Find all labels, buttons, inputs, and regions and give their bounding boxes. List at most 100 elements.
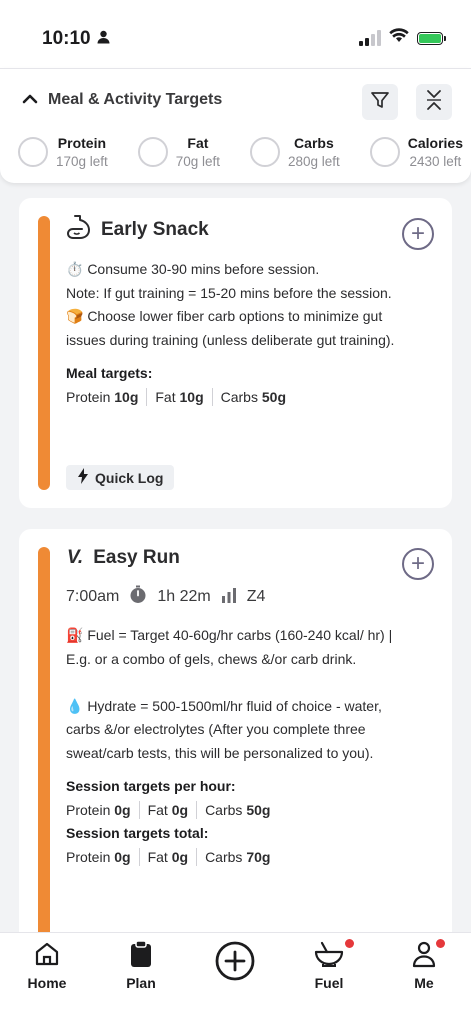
accent-bar <box>38 547 50 949</box>
tab-plan[interactable]: Plan <box>106 939 176 991</box>
card-title: V. Easy Run <box>67 547 180 569</box>
add-button[interactable]: + <box>402 548 434 580</box>
guidance-line: ⏱️ Consume 30-90 mins before session. <box>66 261 320 277</box>
macro-remaining: 70g left <box>175 154 221 169</box>
per-hour-label: Session targets per hour: <box>66 778 236 794</box>
cellular-signal-icon <box>359 30 381 46</box>
easy-run-card[interactable]: V. Easy Run + 7:00am 1h 22m Z4 ⛽ Fuel = … <box>19 529 452 949</box>
carbs-value: 50g <box>261 388 286 405</box>
carbs-label: Carbs <box>220 388 258 405</box>
session-meta: 7:00am 1h 22m Z4 <box>66 585 265 609</box>
profile-icon <box>412 940 436 973</box>
fat-label: Fat <box>147 801 168 818</box>
macro-remaining: 280g left <box>288 154 340 169</box>
macro-carbs: Carbs 280g left <box>250 135 340 169</box>
targets-panel: Meal & Activity Targets Protein 170g left… <box>0 68 471 183</box>
protein-label: Protein <box>66 801 111 818</box>
macro-protein: Protein 170g left <box>18 135 108 169</box>
carbs-label: Carbs <box>205 801 243 818</box>
macro-name: Calories <box>407 135 463 151</box>
protein-value: 10g <box>114 388 139 405</box>
plus-icon: + <box>410 220 425 247</box>
session-duration: 1h 22m <box>157 588 211 605</box>
snack-icon <box>67 214 91 246</box>
fat-label: Fat <box>147 848 168 865</box>
session-zone: Z4 <box>246 588 266 605</box>
fuel-guidance: ⛽ Fuel = Target 40-60g/hr carbs (160-240… <box>66 627 393 667</box>
carbs-label: Carbs <box>205 848 243 865</box>
macro-calories: Calories 2430 left <box>369 135 463 169</box>
stopwatch-icon <box>129 585 147 609</box>
guidance-line: Note: If gut training = 15-20 mins befor… <box>66 284 392 301</box>
lightning-icon <box>77 468 89 487</box>
bowl-icon <box>314 940 344 973</box>
tab-label: Home <box>27 975 67 991</box>
wifi-icon <box>389 28 409 48</box>
card-title-label: Early Snack <box>101 219 209 240</box>
collapse-all-button[interactable] <box>416 84 452 120</box>
macro-name: Carbs <box>294 135 334 151</box>
accent-bar <box>38 216 50 490</box>
tab-fuel[interactable]: Fuel <box>294 939 364 991</box>
notification-dot <box>345 939 354 948</box>
protein-label: Protein <box>66 848 111 865</box>
quick-log-button[interactable]: Quick Log <box>66 465 175 490</box>
snack-guidance: ⏱️ Consume 30-90 mins before session. No… <box>66 258 411 409</box>
macro-name: Protein <box>57 135 107 151</box>
plus-circle-icon <box>215 941 255 986</box>
clipboard-icon <box>130 939 152 973</box>
progress-ring <box>137 137 168 167</box>
macro-remaining: 2430 left <box>409 154 462 169</box>
tab-label: Me <box>414 975 434 991</box>
home-icon <box>34 941 60 972</box>
carbs-value: 70g <box>246 848 271 865</box>
card-title: Early Snack <box>67 214 209 246</box>
plus-icon: + <box>410 550 425 577</box>
session-time: 7:00am <box>66 588 120 605</box>
fat-value: 0g <box>171 801 189 818</box>
protein-value: 0g <box>114 848 131 865</box>
add-button[interactable]: + <box>402 218 434 250</box>
progress-ring <box>250 137 280 167</box>
meal-targets-row: Protein 10g Fat 10g Carbs 50g <box>66 386 411 410</box>
card-title-label: Easy Run <box>93 547 180 568</box>
filter-button[interactable] <box>362 84 398 120</box>
quick-log-label: Quick Log <box>95 469 164 486</box>
protein-value: 0g <box>114 801 131 818</box>
guidance-line: 🍞 Choose lower fiber carb options to min… <box>66 308 395 348</box>
macro-name: Fat <box>187 135 209 151</box>
macro-remaining: 170g left <box>56 154 108 169</box>
notification-dot <box>436 939 445 948</box>
fat-label: Fat <box>155 388 176 405</box>
status-icons <box>359 28 446 48</box>
targets-header[interactable]: Meal & Activity Targets <box>22 91 222 109</box>
carbs-value: 50g <box>246 801 271 818</box>
filter-icon <box>370 90 390 115</box>
total-label: Session targets total: <box>66 825 209 841</box>
per-hour-row: Protein 0g Fat 0g Carbs 50g <box>66 799 411 823</box>
progress-ring <box>18 137 48 167</box>
brand-logo-icon: V. <box>67 547 84 568</box>
fat-value: 0g <box>171 848 189 865</box>
battery-icon <box>417 31 446 45</box>
collapse-icon <box>425 88 443 117</box>
tab-bar: Home Plan Fuel Me <box>0 932 471 1025</box>
early-snack-card[interactable]: Early Snack + ⏱️ Consume 30-90 mins befo… <box>19 198 452 508</box>
hydrate-guidance: 💧 Hydrate = 500-1500ml/hr fluid of choic… <box>66 697 382 761</box>
add-entry-button[interactable] <box>200 939 270 987</box>
clock-label: 10:10 <box>42 28 91 49</box>
targets-title: Meal & Activity Targets <box>48 91 223 108</box>
macro-fat: Fat 70g left <box>137 135 221 169</box>
status-bar: 10:10 <box>0 0 471 68</box>
run-guidance: ⛽ Fuel = Target 40-60g/hr carbs (160-240… <box>66 624 411 869</box>
protein-label: Protein <box>66 388 111 405</box>
chevron-up-icon[interactable] <box>22 91 38 109</box>
progress-ring <box>369 137 400 167</box>
tab-home[interactable]: Home <box>12 939 82 991</box>
person-icon <box>97 28 110 50</box>
macro-targets: Protein 170g left Fat 70g left Carbs 280g l… <box>18 135 463 169</box>
tab-me[interactable]: Me <box>389 939 459 991</box>
meal-targets-label: Meal targets: <box>66 365 153 381</box>
status-time: 10:10 <box>42 28 110 50</box>
tab-label: Fuel <box>314 975 344 991</box>
